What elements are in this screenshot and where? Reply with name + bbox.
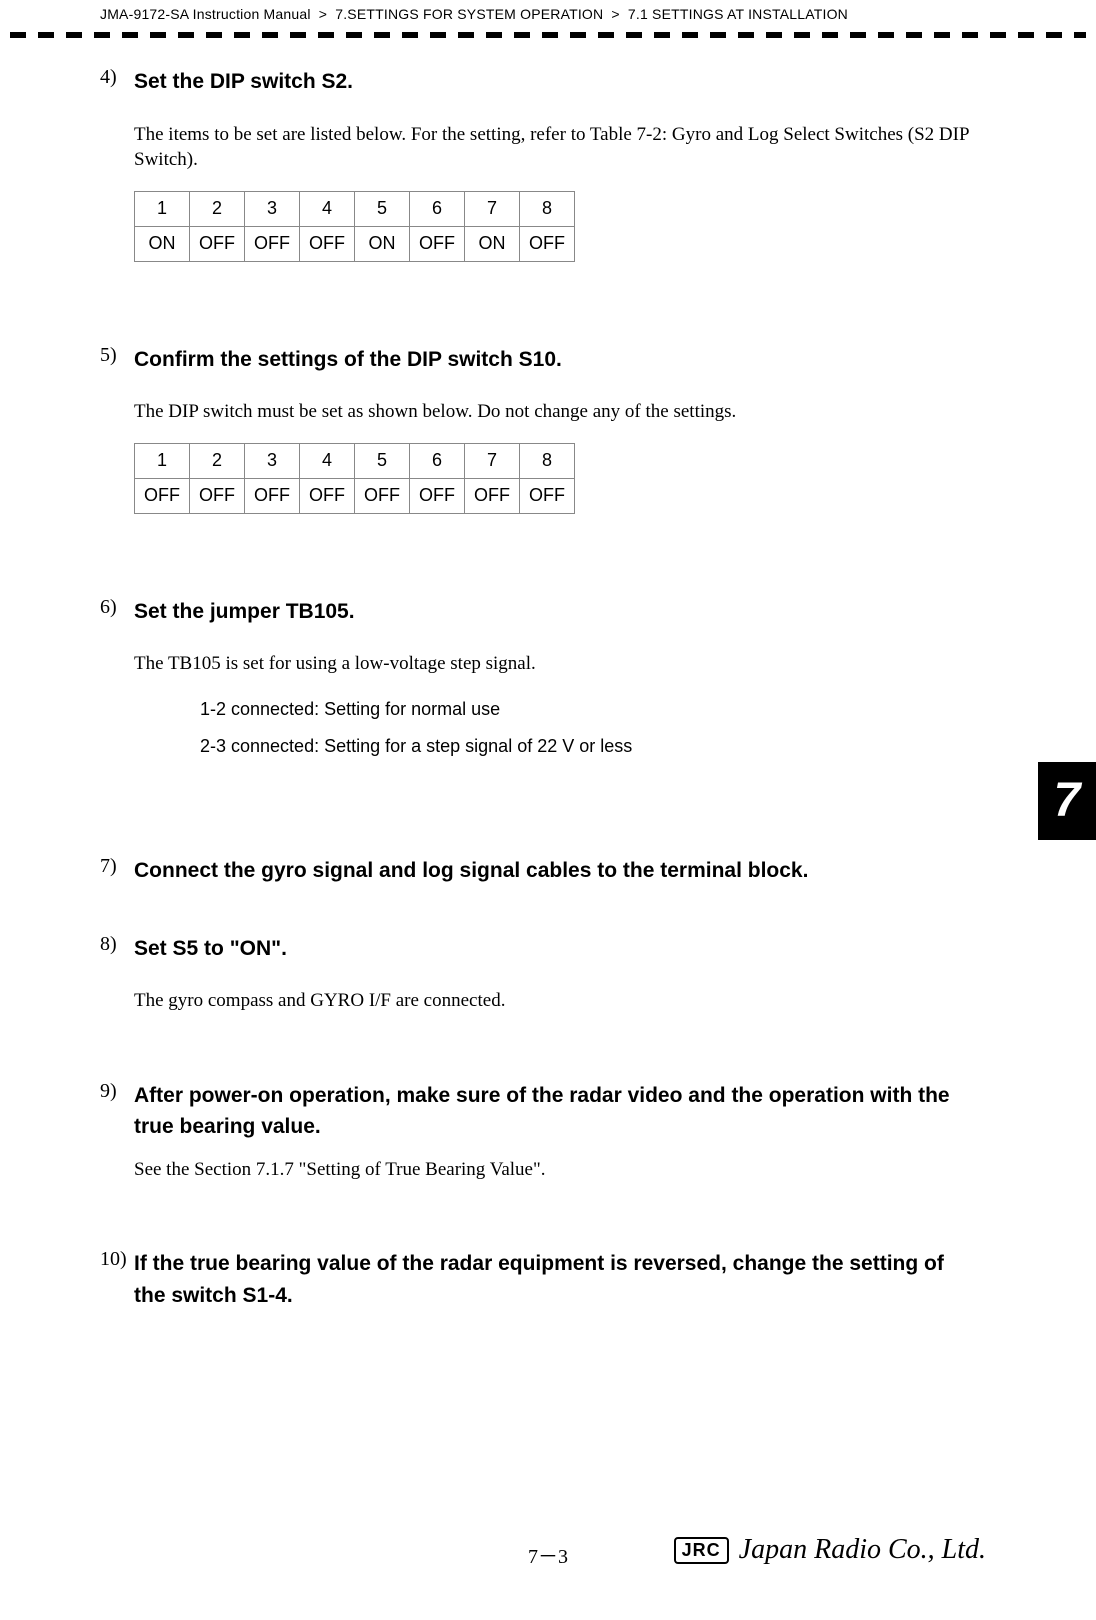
table-row: 1 2 3 4 5 6 7 8 (135, 191, 575, 226)
footer: 7－3 JRC Japan Radio Co., Ltd. (0, 1540, 1096, 1580)
table-header: 2 (190, 443, 245, 478)
step-6: 6) Set the jumper TB105. (100, 596, 978, 628)
breadcrumb: JMA-9172-SA Instruction Manual > 7.SETTI… (0, 0, 1096, 26)
step-8-body: The gyro compass and GYRO I/F are connec… (134, 988, 978, 1014)
table-header: 5 (355, 443, 410, 478)
page: JMA-9172-SA Instruction Manual > 7.SETTI… (0, 0, 1096, 1620)
page-number: 7－3 (528, 1540, 568, 1569)
spacer (100, 1014, 978, 1070)
table-cell: ON (465, 226, 520, 261)
step-9-body: See the Section 7.1.7 "Setting of True B… (134, 1157, 978, 1183)
breadcrumb-section: 7.1 SETTINGS AT INSTALLATION (628, 6, 848, 22)
table-header: 8 (520, 191, 575, 226)
spacer (100, 262, 978, 334)
step-title: Set the DIP switch S2. (134, 66, 353, 98)
jumper-row: 2-3 connected: Setting for a step signal… (200, 736, 978, 757)
table-cell: OFF (245, 478, 300, 513)
breadcrumb-sep: > (319, 6, 327, 22)
step-number: 5) (100, 344, 134, 367)
table-cell: OFF (300, 226, 355, 261)
table-header: 4 (300, 443, 355, 478)
step-7: 7) Connect the gyro signal and log signa… (100, 855, 978, 887)
table-cell: OFF (190, 478, 245, 513)
breadcrumb-manual: JMA-9172-SA Instruction Manual (100, 6, 311, 22)
table-cell: OFF (520, 226, 575, 261)
step-5: 5) Confirm the settings of the DIP switc… (100, 344, 978, 376)
table-cell: ON (135, 226, 190, 261)
step-number: 6) (100, 596, 134, 619)
step-4-body: The items to be set are listed below. Fo… (134, 122, 978, 173)
table-header: 6 (410, 191, 465, 226)
step-number: 7) (100, 855, 134, 878)
step-5-body: The DIP switch must be set as shown belo… (134, 399, 978, 425)
chapter-tab: 7 (1038, 762, 1096, 840)
step-title: If the true bearing value of the radar e… (134, 1248, 978, 1311)
jumper-row: 1-2 connected: Setting for normal use (200, 699, 978, 720)
spacer (100, 514, 978, 586)
step-number: 4) (100, 66, 134, 89)
step-number: 9) (100, 1080, 134, 1103)
breadcrumb-chapter: 7.SETTINGS FOR SYSTEM OPERATION (335, 6, 603, 22)
step-6-body: The TB105 is set for using a low-voltage… (134, 651, 978, 677)
dip-switch-s10-table: 1 2 3 4 5 6 7 8 OFF OFF OFF OFF OFF OFF … (134, 443, 575, 514)
spacer (100, 1182, 978, 1238)
content: 4) Set the DIP switch S2. The items to b… (0, 66, 1096, 1311)
jrc-logo-script: Japan Radio Co., Ltd. (739, 1534, 986, 1566)
table-header: 6 (410, 443, 465, 478)
step-title: Set the jumper TB105. (134, 596, 355, 628)
table-header: 7 (465, 443, 520, 478)
table-header: 2 (190, 191, 245, 226)
table-header: 3 (245, 443, 300, 478)
table-row: OFF OFF OFF OFF OFF OFF OFF OFF (135, 478, 575, 513)
step-title: Connect the gyro signal and log signal c… (134, 855, 808, 887)
dip-switch-s2-table: 1 2 3 4 5 6 7 8 ON OFF OFF OFF ON OFF ON… (134, 191, 575, 262)
step-10: 10) If the true bearing value of the rad… (100, 1248, 978, 1311)
table-header: 8 (520, 443, 575, 478)
table-header: 4 (300, 191, 355, 226)
table-cell: OFF (190, 226, 245, 261)
table-cell: OFF (520, 478, 575, 513)
table-header: 3 (245, 191, 300, 226)
table-cell: OFF (410, 226, 465, 261)
table-header: 7 (465, 191, 520, 226)
table-row: ON OFF OFF OFF ON OFF ON OFF (135, 226, 575, 261)
step-number: 10) (100, 1248, 134, 1271)
step-title: Confirm the settings of the DIP switch S… (134, 344, 562, 376)
table-cell: OFF (135, 478, 190, 513)
step-9: 9) After power-on operation, make sure o… (100, 1080, 978, 1143)
table-header: 5 (355, 191, 410, 226)
table-cell: OFF (300, 478, 355, 513)
step-4: 4) Set the DIP switch S2. (100, 66, 978, 98)
spacer (100, 887, 978, 923)
table-header: 1 (135, 191, 190, 226)
step-title: Set S5 to "ON". (134, 933, 287, 965)
table-cell: ON (355, 226, 410, 261)
table-row: 1 2 3 4 5 6 7 8 (135, 443, 575, 478)
jumper-settings: 1-2 connected: Setting for normal use 2-… (200, 699, 978, 757)
table-cell: OFF (410, 478, 465, 513)
spacer (100, 773, 978, 845)
footer-logo: JRC Japan Radio Co., Ltd. (674, 1534, 986, 1566)
table-cell: OFF (465, 478, 520, 513)
table-cell: OFF (355, 478, 410, 513)
table-header: 1 (135, 443, 190, 478)
step-number: 8) (100, 933, 134, 956)
step-title: After power-on operation, make sure of t… (134, 1080, 978, 1143)
header-divider (10, 32, 1086, 38)
breadcrumb-sep: > (611, 6, 619, 22)
step-8: 8) Set S5 to "ON". (100, 933, 978, 965)
jrc-logo-box: JRC (674, 1537, 729, 1564)
table-cell: OFF (245, 226, 300, 261)
